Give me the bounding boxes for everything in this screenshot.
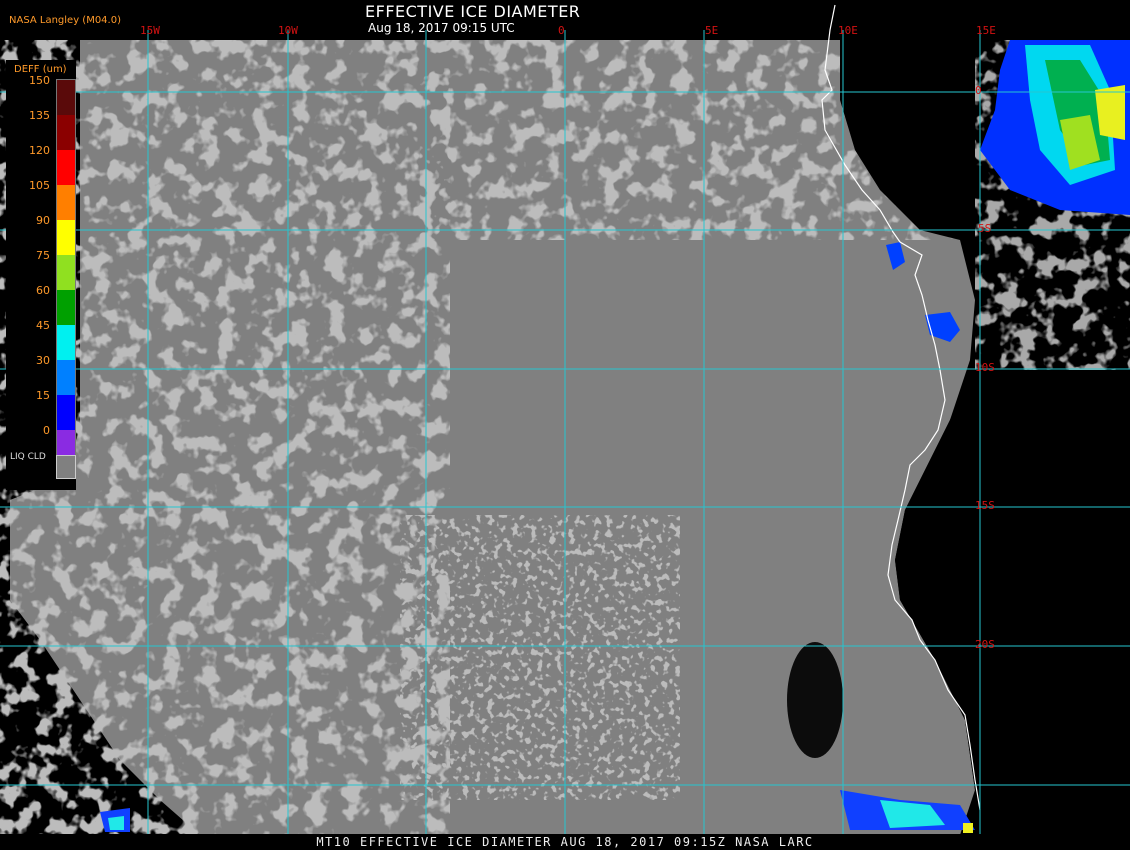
- legend-tick: 15: [36, 389, 50, 402]
- legend-tick: 75: [36, 249, 50, 262]
- colorbar-segment: [57, 272, 75, 290]
- colorbar-segment: [57, 430, 75, 448]
- colorbar-segment: [57, 255, 75, 273]
- lat-label-15s: 15S: [975, 499, 995, 512]
- legend-tick: 105: [29, 179, 50, 192]
- colorbar-segment: [57, 115, 75, 133]
- colorbar-segment: [57, 395, 75, 413]
- image-timestamp: Aug 18, 2017 09:15 UTC: [368, 21, 515, 35]
- lat-label-0: 0: [975, 84, 982, 97]
- footer-caption: MT10 EFFECTIVE ICE DIAMETER AUG 18, 2017…: [0, 834, 1130, 850]
- legend-tick: 0: [43, 424, 50, 437]
- satellite-image-viewer: 15W 10W 0 5E 10E 15E 0 5S 10S 15S 20S EF…: [0, 0, 1130, 850]
- liquid-cloud-label: LIQ CLD: [10, 452, 46, 462]
- colorbar-segment: [57, 185, 75, 203]
- colorbar-segment: [57, 220, 75, 238]
- legend-tick: 45: [36, 319, 50, 332]
- lon-label-10e: 10E: [838, 24, 858, 37]
- colorbar: [56, 79, 76, 466]
- legend-tick: 30: [36, 354, 50, 367]
- legend-tick: 150: [29, 74, 50, 87]
- colorbar-segment: [57, 202, 75, 220]
- colorbar-segment: [57, 377, 75, 395]
- lon-label-15w: 15W: [140, 24, 160, 37]
- colorbar-segment: [57, 150, 75, 168]
- lon-label-0: 0: [558, 24, 565, 37]
- colorbar-segment: [57, 325, 75, 343]
- lon-label-15e: 15E: [976, 24, 996, 37]
- image-title: EFFECTIVE ICE DIAMETER: [365, 2, 581, 21]
- legend-tick: 135: [29, 109, 50, 122]
- dark-cloud-gap: [787, 642, 843, 758]
- satellite-map: [0, 0, 1130, 835]
- color-legend: DEFF (um) 150 135 120 105 90 75 60 45 30…: [6, 60, 76, 490]
- colorbar-segment: [57, 290, 75, 308]
- lon-label-5e: 5E: [705, 24, 719, 37]
- colorbar-segment: [57, 97, 75, 115]
- colorbar-segment: [57, 307, 75, 325]
- colorbar-segment: [57, 132, 75, 150]
- colorbar-segment: [57, 412, 75, 430]
- legend-tick: 60: [36, 284, 50, 297]
- colorbar-segment: [57, 237, 75, 255]
- lat-label-5s: 5S: [978, 222, 992, 235]
- legend-tick: 90: [36, 214, 50, 227]
- lon-label-10w: 10W: [278, 24, 298, 37]
- colorbar-segment: [57, 80, 75, 98]
- colorbar-segment: [57, 167, 75, 185]
- lat-label-10s: 10S: [975, 361, 995, 374]
- credit-label: NASA Langley (M04.0): [9, 15, 121, 26]
- colorbar-segment: [57, 360, 75, 378]
- lat-label-20s: 20S: [975, 638, 995, 651]
- liquid-cloud-swatch: [56, 455, 76, 479]
- colorbar-segment: [57, 342, 75, 360]
- legend-tick: 120: [29, 144, 50, 157]
